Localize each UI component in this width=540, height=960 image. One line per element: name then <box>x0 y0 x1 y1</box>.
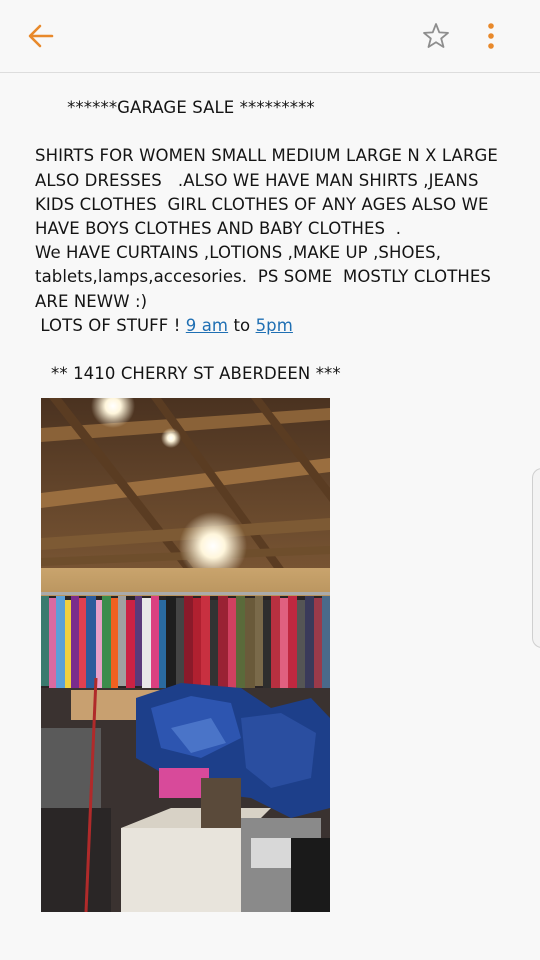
post-body: ******GARAGE SALE ********* SHIRTS FOR W… <box>35 96 515 386</box>
hours-separator: to <box>228 315 256 335</box>
description-line: SHIRTS FOR WOMEN SMALL MEDIUM LARGE N X … <box>35 146 498 166</box>
address-line: ** 1410 CHERRY ST ABERDEEN *** <box>35 364 341 384</box>
hours-prefix: LOTS OF STUFF ! <box>35 315 186 335</box>
description-line: HAVE BOYS CLOTHES AND BABY CLOTHES . <box>35 218 402 238</box>
edge-panel-handle[interactable] <box>532 468 540 648</box>
more-options-button[interactable] <box>478 18 504 54</box>
garage-sale-photo[interactable] <box>41 398 330 912</box>
description-line: ARE NEWW :) <box>35 291 148 311</box>
start-time-link[interactable]: 9 am <box>186 316 228 335</box>
app-toolbar <box>0 0 540 73</box>
back-button[interactable] <box>22 18 60 56</box>
end-time-link[interactable]: 5pm <box>256 316 293 335</box>
hours-line: LOTS OF STUFF ! 9 am to 5pm <box>35 314 515 338</box>
description-line: tablets,lamps,accesories. PS SOME MOSTLY… <box>35 267 492 287</box>
sale-heading: ******GARAGE SALE ********* <box>35 98 315 117</box>
description-line: ALSO DRESSES .ALSO WE HAVE MAN SHIRTS ,J… <box>35 170 479 190</box>
description-line: KIDS CLOTHES GIRL CLOTHES OF ANY AGES AL… <box>35 194 489 214</box>
more-vertical-icon <box>488 23 494 49</box>
description-line: We HAVE CURTAINS ,LOTIONS ,MAKE UP ,SHOE… <box>35 243 442 263</box>
star-outline-icon <box>423 23 449 48</box>
arrow-left-icon <box>28 24 54 48</box>
favorite-button[interactable] <box>420 20 452 52</box>
